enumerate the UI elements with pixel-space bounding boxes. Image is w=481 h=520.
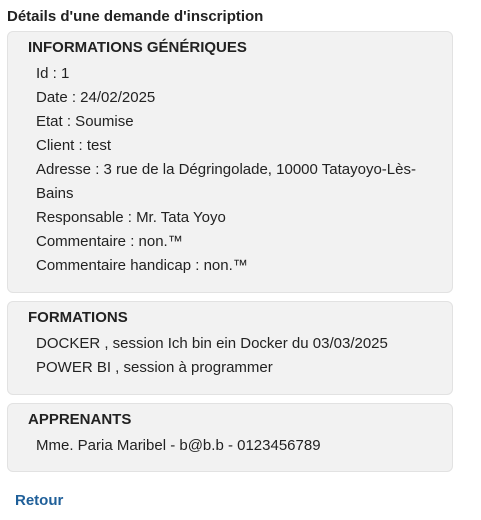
request-address-line-2: Bains <box>36 185 74 202</box>
formations-card: FORMATIONS DOCKER , session Ich bin ein … <box>7 301 453 395</box>
apprenants-title: APPRENANTS <box>28 411 132 428</box>
generic-info-title: INFORMATIONS GÉNÉRIQUES <box>28 39 247 56</box>
request-client: Client : test <box>36 137 112 154</box>
retour-link[interactable]: Retour <box>15 492 63 509</box>
request-id: Id : 1 <box>36 65 70 82</box>
request-manager: Responsable : Mr. Tata Yoyo <box>36 209 226 226</box>
formation-item: DOCKER , session Ich bin ein Docker du 0… <box>36 335 388 352</box>
request-state: Etat : Soumise <box>36 113 134 130</box>
generic-info-card: INFORMATIONS GÉNÉRIQUES Id : 1 Date : 24… <box>7 31 453 293</box>
request-address-line-1: Adresse : 3 rue de la Dégringolade, 1000… <box>36 161 416 178</box>
apprenant-item: Mme. Paria Maribel - b@b.b - 0123456789 <box>36 437 321 454</box>
request-date: Date : 24/02/2025 <box>36 89 156 106</box>
apprenants-card: APPRENANTS Mme. Paria Maribel - b@b.b - … <box>7 403 453 472</box>
formation-item: POWER BI , session à programmer <box>36 359 273 376</box>
request-comment: Commentaire : non.™ <box>36 233 183 250</box>
formations-title: FORMATIONS <box>28 309 128 326</box>
request-handicap-comment: Commentaire handicap : non.™ <box>36 257 248 274</box>
page-title: Détails d'une demande d'inscription <box>7 8 264 25</box>
